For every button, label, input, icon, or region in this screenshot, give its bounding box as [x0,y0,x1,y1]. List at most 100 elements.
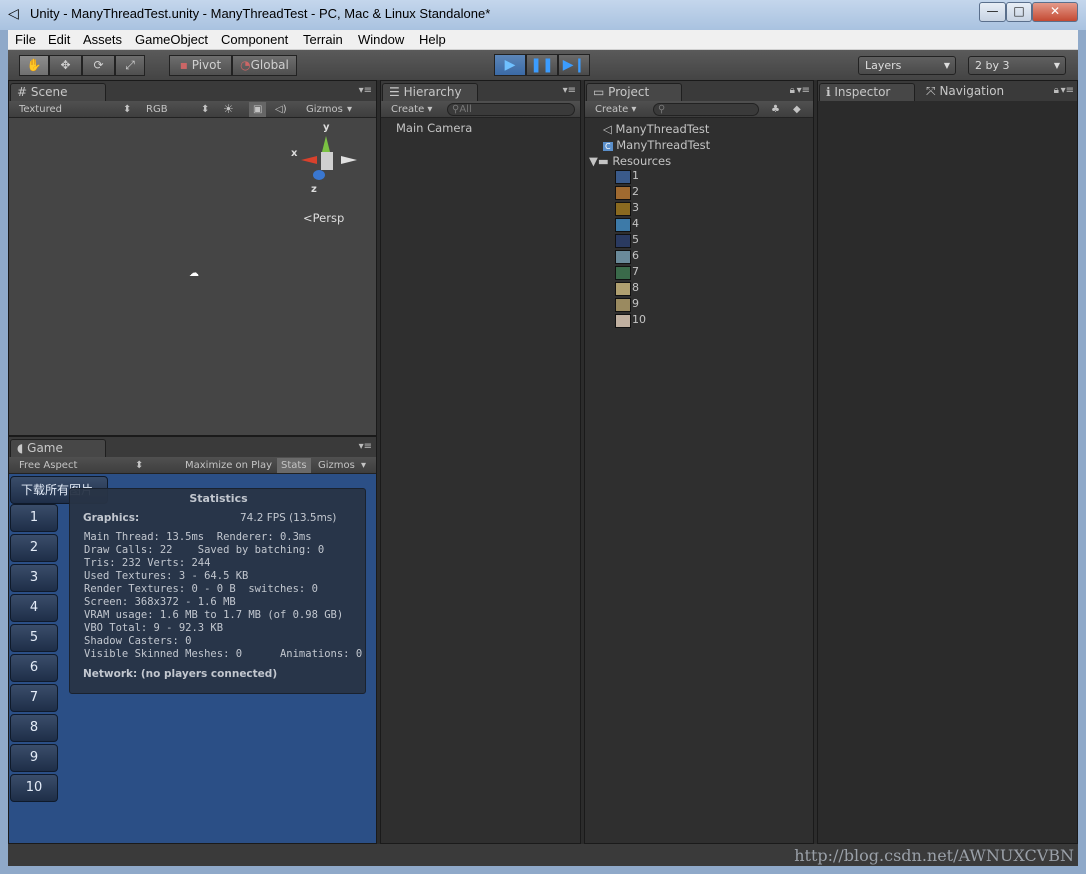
pause-button[interactable]: ❚❚ [526,54,558,76]
rotate-tool-icon[interactable]: ⟳ [82,55,115,76]
tab-scene-label: Scene [30,85,68,99]
center-cube-icon[interactable] [321,152,333,170]
menu-edit[interactable]: Edit [48,32,70,47]
stat-line: Visible Skinned Meshes: 0 Animations: 0 [84,648,363,660]
window-title: Unity - ManyThreadTest.unity - ManyThrea… [30,6,491,21]
image-button-4[interactable]: 4 [10,594,58,622]
resource-image-item[interactable]: 1 [615,169,715,185]
image-button-8[interactable]: 8 [10,714,58,742]
menu-file[interactable]: File [15,32,36,47]
image-effects-toggle-icon[interactable]: ▣ [249,102,267,117]
project-search-input[interactable]: ⚲ [653,103,759,116]
filter-by-type-icon[interactable]: ♣ [771,102,780,117]
image-button-5[interactable]: 5 [10,624,58,652]
stat-line: Shadow Casters: 0 [84,635,192,647]
projection-label[interactable]: <Persp [303,211,344,225]
step-button[interactable]: ▶❙ [558,54,590,76]
resources-folder[interactable]: ▼▬ Resources [589,154,671,168]
scene-gizmos-dropdown[interactable]: Gizmos [306,102,343,117]
chevron-updown-icon: ⬍ [201,104,210,115]
y-axis-cone-icon[interactable] [322,136,330,152]
close-button[interactable]: ✕ [1032,2,1078,22]
scale-tool-icon[interactable]: ⤢ [115,55,145,76]
menu-terrain[interactable]: Terrain [303,32,343,47]
resource-image-label: 7 [632,265,639,278]
x-axis-cone-icon[interactable] [301,156,317,164]
pivot-toggle[interactable]: ▪ Pivot [169,55,232,76]
project-create-dropdown[interactable]: Create ▾ [595,102,636,117]
tab-navigation[interactable]: ⤧ Navigation [926,84,1004,99]
resource-image-item[interactable]: 3 [615,201,715,217]
global-toggle[interactable]: ◔Global [232,55,297,76]
persp-label: Persp [312,211,345,225]
expand-arrow-icon[interactable]: ▼ [589,154,598,168]
tab-scene[interactable]: # Scene [10,83,106,101]
hierarchy-search-input[interactable]: ⚲All [447,103,575,116]
unity-scene-icon: ◁ [603,122,612,136]
shading-dropdown[interactable]: Textured [19,102,62,117]
image-button-7[interactable]: 7 [10,684,58,712]
hierarchy-item[interactable]: Main Camera [396,121,472,135]
menu-component[interactable]: Component [221,32,288,47]
image-button-1[interactable]: 1 [10,504,58,532]
stats-toggle[interactable]: Stats [277,458,311,473]
project-script-item[interactable]: C ManyThreadTest [603,138,710,152]
tab-game-label: Game [27,441,63,455]
panel-menu-icon[interactable]: ▾≡ [359,85,372,96]
image-button-3[interactable]: 3 [10,564,58,592]
menu-assets[interactable]: Assets [83,32,122,47]
render-mode-dropdown[interactable]: RGB [146,102,168,117]
layout-dropdown[interactable]: 2 by 3 ▼ [968,56,1066,75]
resource-image-item[interactable]: 8 [615,281,715,297]
lighting-toggle-icon[interactable]: ☀ [223,102,234,117]
panel-menu-icon[interactable]: ▾≡ [563,85,576,96]
hand-tool-icon[interactable]: ✋ [19,55,49,76]
menu-window[interactable]: Window [358,32,404,47]
resource-image-item[interactable]: 10 [615,313,715,329]
tab-inspector[interactable]: ℹ Inspector [819,83,915,101]
tab-game[interactable]: ◖ Game [10,439,106,457]
resource-image-item[interactable]: 7 [615,265,715,281]
image-button-10[interactable]: 10 [10,774,58,802]
panel-menu-icon[interactable]: ▾≡ [1061,85,1074,96]
maximize-on-play-toggle[interactable]: Maximize on Play [185,458,272,473]
audio-toggle-icon[interactable]: ◁) [275,102,287,117]
maximize-button[interactable]: □ [1006,2,1032,22]
resource-image-item[interactable]: 2 [615,185,715,201]
hierarchy-create-dropdown[interactable]: Create ▾ [391,102,432,117]
game-gizmos-dropdown[interactable]: Gizmos [318,458,355,473]
minimize-button[interactable]: — [979,2,1006,22]
camera-gizmo-icon[interactable]: ☁ [189,268,199,279]
resource-image-item[interactable]: 4 [615,217,715,233]
resource-image-item[interactable]: 6 [615,249,715,265]
scene-orientation-gizmo[interactable]: y x z [289,122,363,198]
menu-gameobject[interactable]: GameObject [135,32,208,47]
image-button-9[interactable]: 9 [10,744,58,772]
scene-panel: # Scene ▾≡ Textured ⬍ RGB ⬍ ☀ ▣ ◁) Gizmo… [8,80,377,436]
scene-viewport[interactable]: y x z <Persp ☁ [9,118,376,435]
neg-x-axis-cone-icon[interactable] [341,156,357,164]
play-button[interactable]: ▶ [494,54,526,76]
folder-icon: ▭ [593,85,605,99]
resource-image-item[interactable]: 5 [615,233,715,249]
filter-by-label-icon[interactable]: ◆ [793,102,801,117]
project-scene-item[interactable]: ◁ ManyThreadTest [603,122,709,136]
image-button-6[interactable]: 6 [10,654,58,682]
resource-image-item[interactable]: 9 [615,297,715,313]
menu-help[interactable]: Help [419,32,446,47]
lock-icon[interactable]: 🔒︎ [790,85,795,96]
tab-project[interactable]: ▭ Project [586,83,682,101]
layers-dropdown[interactable]: Layers ▼ [858,56,956,75]
z-axis-cone-icon[interactable] [313,170,325,180]
panel-menu-icon[interactable]: ▾≡ [797,85,810,96]
tab-hierarchy[interactable]: ☰ Hierarchy [382,83,478,101]
image-thumbnail-icon [615,202,631,216]
move-tool-icon[interactable]: ✥ [49,55,82,76]
stat-line: Screen: 368x372 - 1.6 MB [84,596,236,608]
create-label: Create [595,104,629,115]
graphics-label: Graphics: [83,512,140,524]
panel-menu-icon[interactable]: ▾≡ [359,441,372,452]
image-button-2[interactable]: 2 [10,534,58,562]
lock-icon[interactable]: 🔒︎ [1054,85,1059,96]
aspect-dropdown[interactable]: Free Aspect [19,458,77,473]
